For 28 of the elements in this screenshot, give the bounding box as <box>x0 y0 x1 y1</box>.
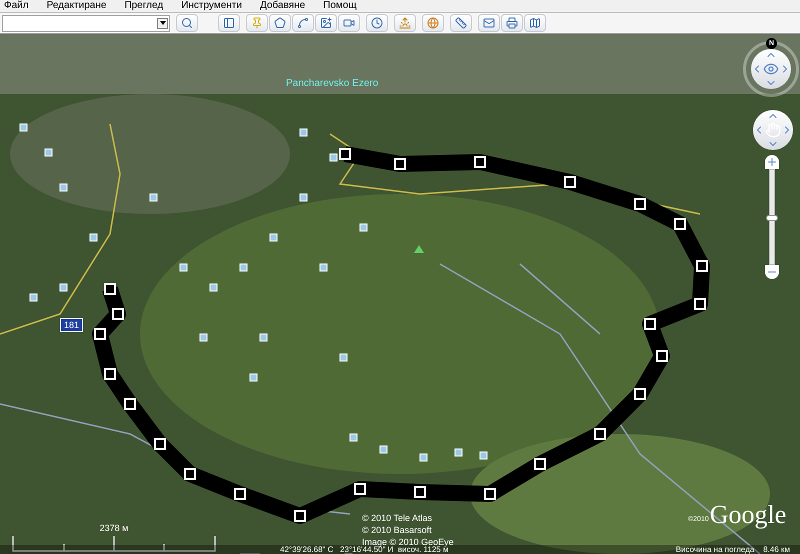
attribution-text: © 2010 Basarsoft <box>362 524 433 536</box>
satellite-map[interactable] <box>0 34 800 554</box>
road-shield: 181 <box>60 318 84 332</box>
pointer-coordinates: 42°39'26.68" С 23°16'44.50" И височ. 1125 м <box>280 545 448 554</box>
zoom-in-button[interactable] <box>765 155 779 169</box>
zoom-out-button[interactable] <box>765 265 779 279</box>
menu-item[interactable]: Добавяне <box>260 0 306 12</box>
zoom-slider[interactable] <box>769 169 775 265</box>
plus-icon <box>766 156 778 168</box>
menu-item[interactable]: Редактиране <box>46 0 106 12</box>
hand-icon <box>765 122 781 138</box>
peak-icon <box>414 245 424 253</box>
move-control[interactable] <box>753 110 793 150</box>
menu-item[interactable]: Преглед <box>124 0 164 12</box>
zoom-thumb[interactable] <box>766 215 778 221</box>
menu-item[interactable]: Файл <box>4 0 29 12</box>
search-icon <box>181 17 193 29</box>
attribution-text: © 2010 Tele Atlas <box>362 512 434 524</box>
search-button[interactable] <box>176 14 198 32</box>
eye-altitude: Височина на погледа 8.46 км <box>676 545 790 554</box>
search-field[interactable] <box>2 14 170 32</box>
eye-icon <box>763 61 779 77</box>
scale-label: 2378 м <box>100 522 128 535</box>
place-label: Pancharevsko Ezero <box>286 77 378 91</box>
google-logo: Google <box>710 501 786 529</box>
menu-item[interactable]: Помощ <box>323 0 357 12</box>
attribution-text: Image © 2010 GeoEye <box>362 536 454 547</box>
menu-item[interactable]: Инструменти <box>181 0 242 12</box>
